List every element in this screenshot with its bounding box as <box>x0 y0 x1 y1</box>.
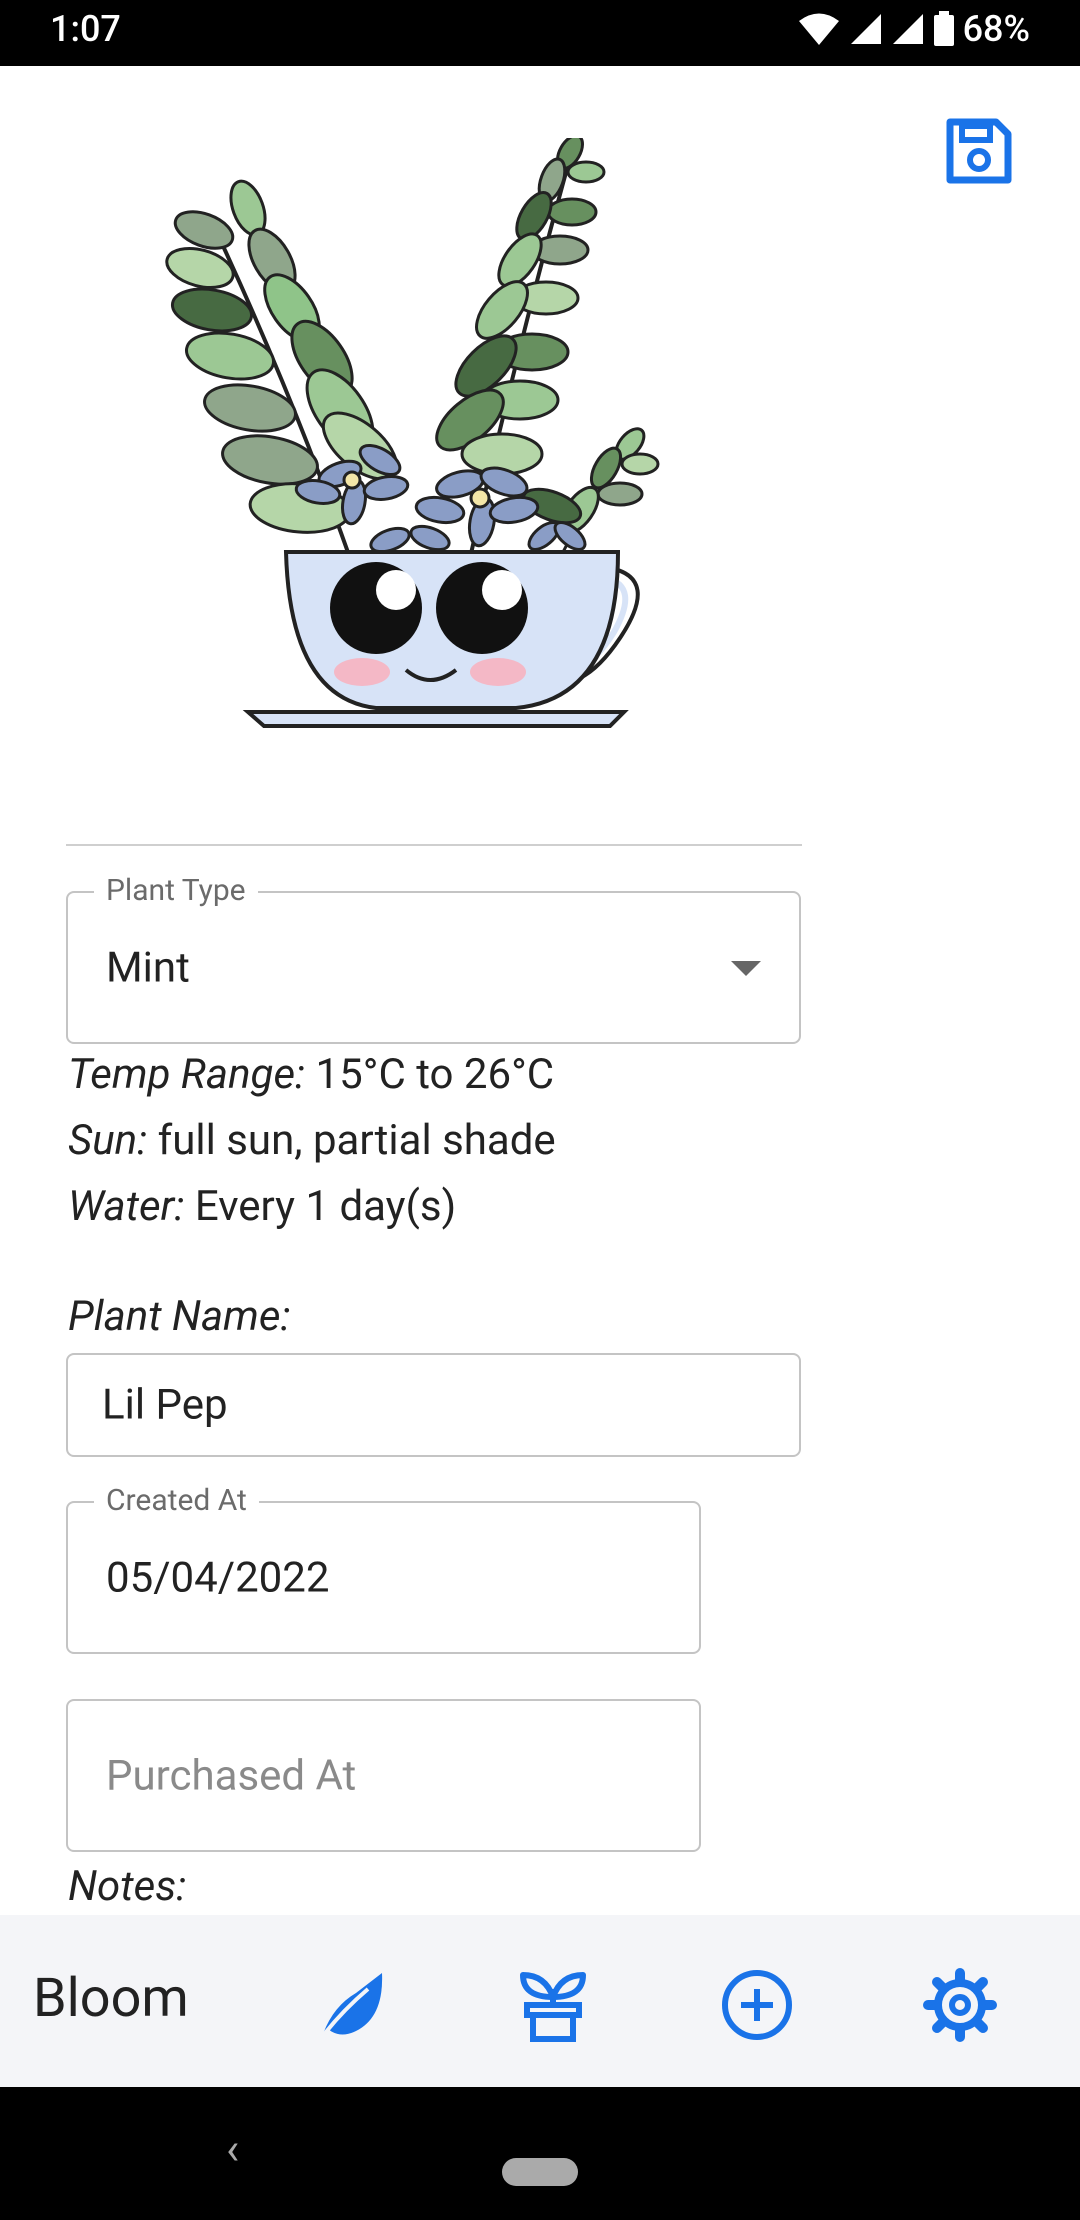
settings-gear-icon <box>923 1968 997 2042</box>
nav-plants-button[interactable] <box>312 1967 388 2043</box>
plant-type-value: Mint <box>106 943 190 992</box>
water-label: Water: <box>68 1182 185 1231</box>
potted-plant-icon <box>520 1972 586 2042</box>
add-circle-icon <box>722 1970 792 2040</box>
created-at-value: 05/04/2022 <box>106 1553 330 1602</box>
plant-name-label: Plant Name: <box>68 1292 291 1341</box>
temp-range-info: Temp Range: 15°C to 26°C <box>68 1050 554 1099</box>
save-icon <box>946 118 1012 184</box>
notes-label: Notes: <box>68 1862 187 1911</box>
sun-info: Sun: full sun, partial shade <box>68 1116 556 1165</box>
sun-value: full sun, partial shade <box>157 1116 556 1165</box>
back-icon[interactable]: ‹ <box>226 2127 239 2171</box>
water-value: Every 1 day(s) <box>194 1182 457 1231</box>
plant-type-select[interactable]: Plant Type Mint <box>66 873 801 1044</box>
created-at-label: Created At <box>94 1483 259 1519</box>
purchased-at-placeholder: Purchased At <box>106 1751 357 1800</box>
status-icons: 68% <box>797 8 1030 50</box>
water-info: Water: Every 1 day(s) <box>68 1182 456 1231</box>
status-bar: 1:07 68% <box>0 0 1080 66</box>
battery-icon <box>933 11 954 46</box>
dropdown-arrow-icon <box>731 961 761 976</box>
app-name: Bloom <box>33 1967 189 2030</box>
sun-label: Sun: <box>68 1116 148 1165</box>
battery-percent: 68% <box>962 8 1030 50</box>
nav-garden-button[interactable] <box>515 1967 591 2043</box>
home-pill[interactable] <box>502 2158 578 2186</box>
save-button[interactable] <box>944 116 1014 186</box>
temp-range-label: Temp Range: <box>68 1050 306 1099</box>
plant-name-value: Lil Pep <box>102 1380 228 1430</box>
system-nav-bar: ‹ <box>0 2087 1080 2220</box>
status-time: 1:07 <box>50 8 121 50</box>
nav-settings-button[interactable] <box>922 1967 998 2043</box>
purchased-at-field[interactable]: Purchased At <box>66 1699 701 1852</box>
cell-signal-2-icon <box>892 14 923 44</box>
leaf-icon <box>320 1973 383 2039</box>
bottom-nav: Bloom <box>0 1915 1080 2087</box>
temp-range-value: 15°C to 26°C <box>315 1050 555 1099</box>
cell-signal-icon <box>850 14 881 44</box>
plant-illustration <box>140 134 660 738</box>
created-at-field[interactable]: Created At 05/04/2022 <box>66 1483 701 1654</box>
nav-add-button[interactable] <box>719 1967 795 2043</box>
divider <box>66 844 802 846</box>
plant-name-input[interactable]: Lil Pep <box>66 1353 801 1457</box>
plant-type-label: Plant Type <box>94 873 258 909</box>
wifi-icon <box>798 13 839 45</box>
